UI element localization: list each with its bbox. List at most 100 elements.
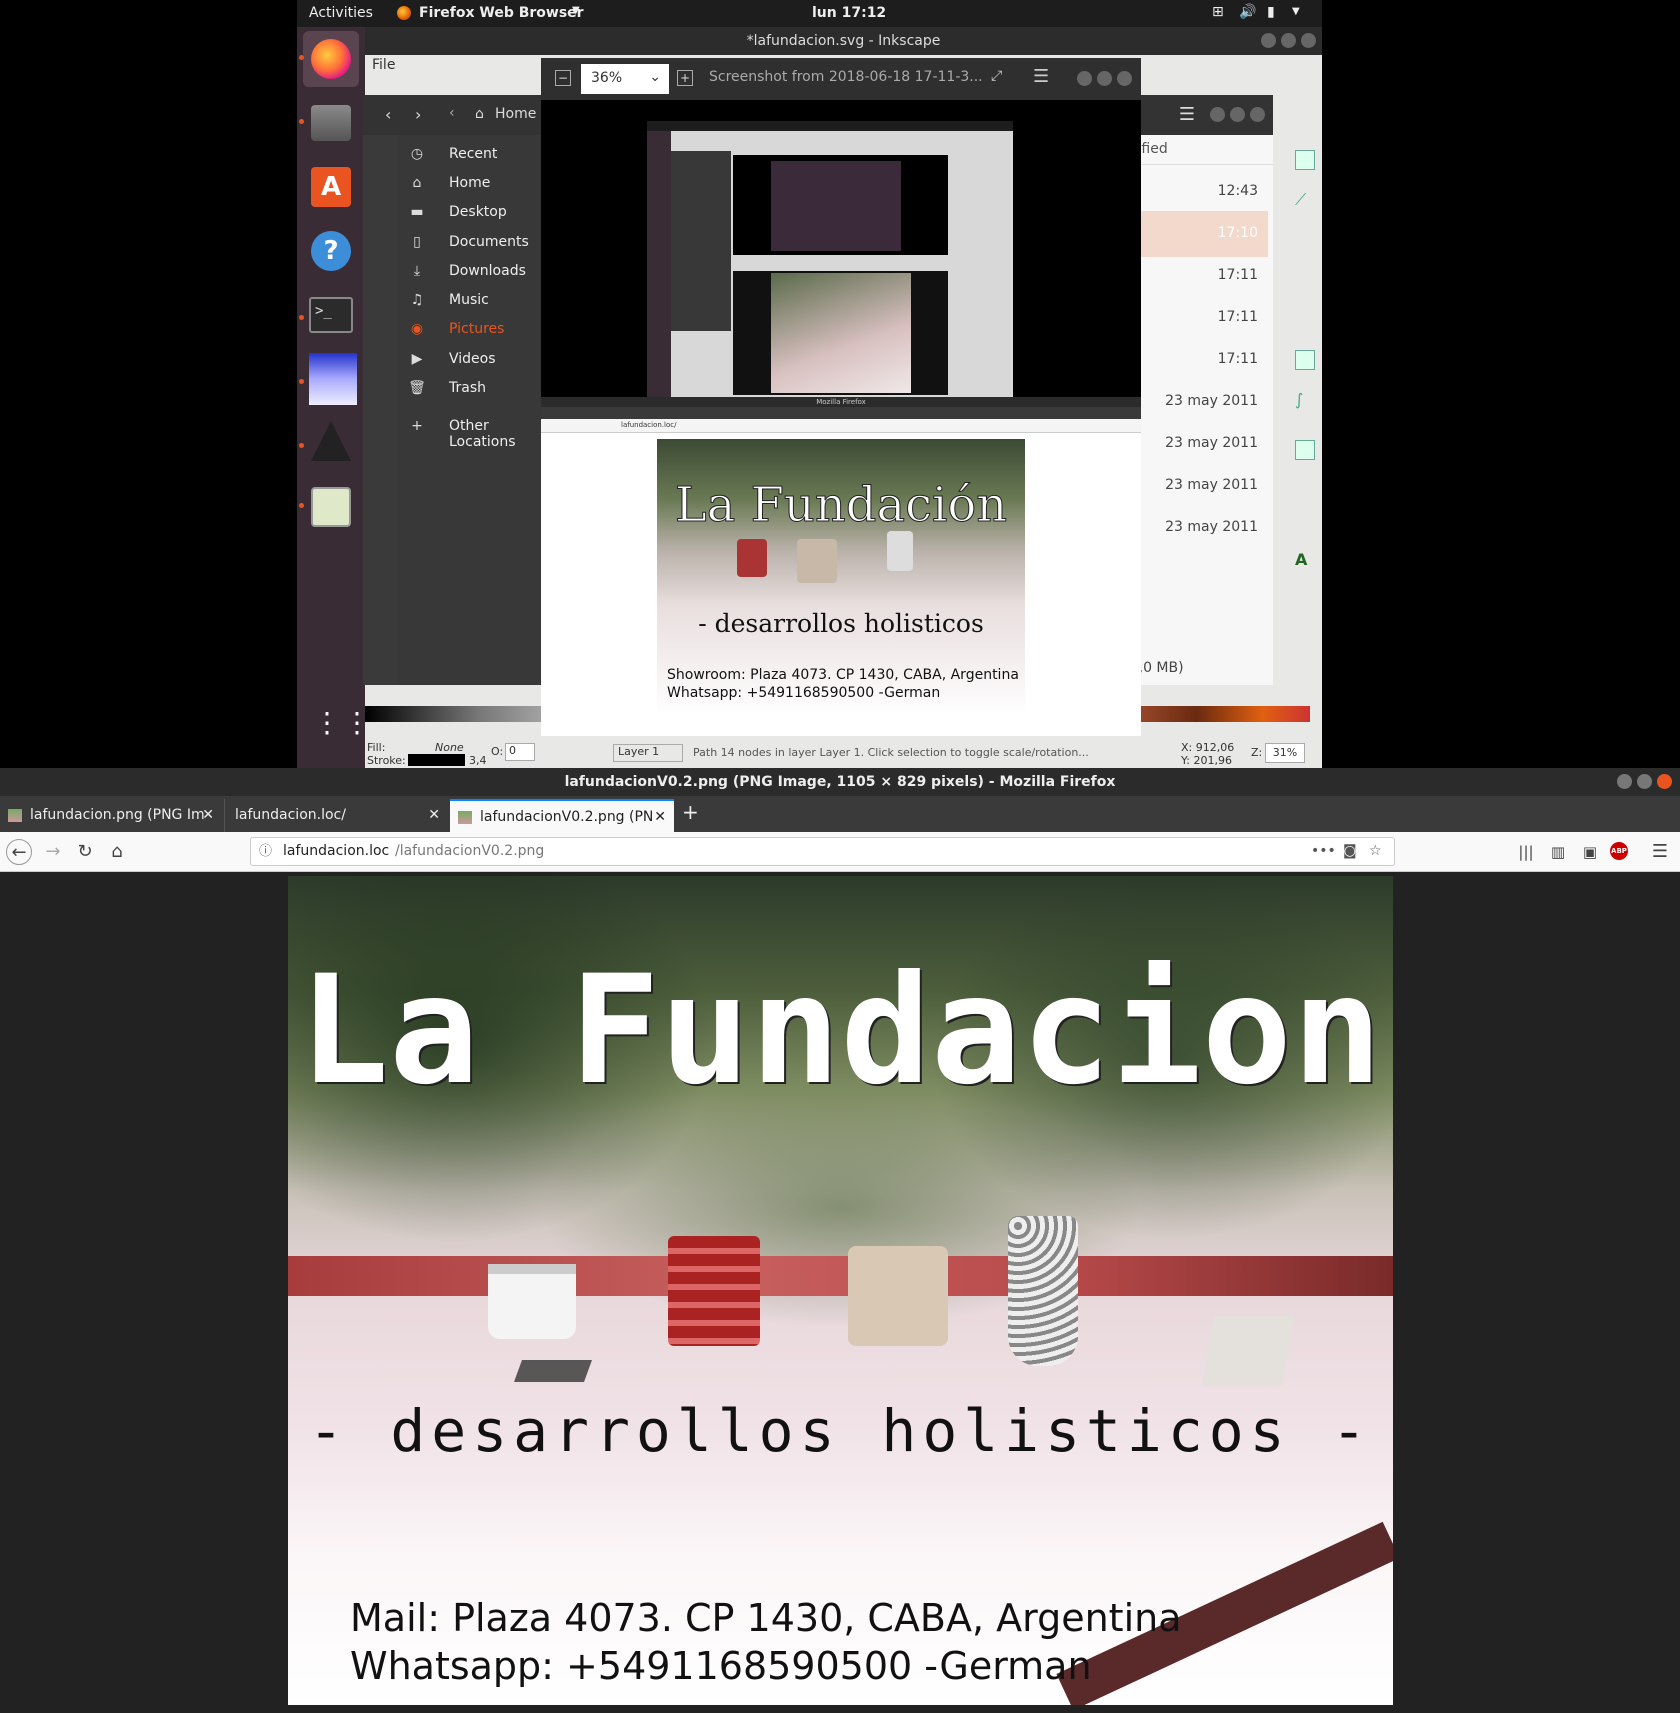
reload-icon[interactable]: ↻ bbox=[72, 839, 98, 865]
snap-nodes-icon[interactable]: ⟋ bbox=[1295, 190, 1315, 210]
files-close-button[interactable] bbox=[1250, 107, 1265, 122]
fullscreen-icon[interactable]: ⤢ bbox=[991, 68, 1002, 84]
y-readout: Y: 201,96 bbox=[1181, 754, 1232, 767]
volume-icon[interactable]: 🔊 bbox=[1239, 4, 1256, 20]
url-path: /lafundacionV0.2.png bbox=[395, 843, 545, 859]
layer-dropdown[interactable]: Layer 1 bbox=[613, 744, 683, 762]
dock-firefox[interactable] bbox=[303, 31, 359, 87]
app-menu[interactable]: Firefox Web Browser bbox=[419, 5, 584, 21]
opacity-input[interactable]: 0 bbox=[505, 743, 535, 761]
tab-close-icon[interactable]: ✕ bbox=[202, 799, 214, 832]
download-icon: ⤓ bbox=[413, 263, 421, 279]
home-icon[interactable]: ⌂ bbox=[104, 839, 130, 865]
fill-value[interactable]: None bbox=[435, 741, 464, 754]
bookmark-star-icon[interactable]: ☆ bbox=[1369, 838, 1382, 865]
files-minimize-button[interactable] bbox=[1210, 107, 1225, 122]
dock-inkscape[interactable] bbox=[303, 415, 359, 471]
back-arrow-icon[interactable]: ← bbox=[6, 839, 32, 865]
stroke-swatch[interactable] bbox=[408, 754, 465, 766]
zoom-in-button[interactable]: + bbox=[677, 70, 693, 86]
inkscape-icon bbox=[311, 421, 351, 461]
stroke-width[interactable]: 3,4 bbox=[469, 754, 487, 767]
firefox-titlebar: lafundacionV0.2.png (PNG Image, 1105 × 8… bbox=[0, 768, 1680, 796]
firefox-minimize-button[interactable] bbox=[1617, 774, 1632, 789]
nested-firefox-title: Mozilla Firefox bbox=[541, 397, 1141, 407]
new-tab-button[interactable]: + bbox=[682, 800, 699, 824]
forward-button[interactable]: › bbox=[415, 105, 421, 124]
image-favicon-icon bbox=[8, 809, 22, 822]
clock-icon: ◷ bbox=[410, 146, 424, 162]
tab-close-icon[interactable]: ✕ bbox=[654, 801, 666, 832]
close-button[interactable] bbox=[1301, 33, 1316, 48]
path-home-button[interactable]: Home bbox=[495, 106, 536, 122]
sidebar-item-music[interactable]: ♫ Music bbox=[398, 287, 558, 315]
dock-blue-app[interactable] bbox=[303, 351, 359, 407]
snap-curve-icon[interactable]: ∫ bbox=[1295, 390, 1315, 410]
network-icon[interactable]: ⊞ bbox=[1212, 4, 1224, 20]
forward-arrow-icon[interactable]: → bbox=[40, 839, 66, 865]
image-contact-2: Whatsapp: +5491168590500 -German bbox=[350, 1644, 1092, 1688]
menu-file[interactable]: File bbox=[372, 57, 395, 73]
show-apps-icon[interactable]: ⋮⋮⋮ bbox=[313, 709, 401, 753]
sidebar-item-downloads[interactable]: ⤓ Downloads bbox=[398, 258, 558, 286]
sidebar-item-other-locations[interactable]: + Other Locations bbox=[398, 413, 558, 450]
sidebar-item-desktop[interactable]: ▬ Desktop bbox=[398, 199, 558, 227]
tab-lafundacionv02-png[interactable]: lafundacionV0.2.png (PN ✕ bbox=[450, 799, 674, 832]
sidebar-item-recent[interactable]: ◷ Recent bbox=[398, 141, 558, 169]
files-maximize-button[interactable] bbox=[1230, 107, 1245, 122]
chevron-down-icon[interactable]: ▼ bbox=[572, 5, 580, 16]
zoom-input[interactable]: 31% bbox=[1265, 743, 1305, 763]
sidebar-item-trash[interactable]: 🗑 Trash bbox=[398, 375, 558, 403]
zoom-value: 36% bbox=[591, 70, 623, 86]
pocket-icon[interactable]: ◙ bbox=[1343, 838, 1357, 865]
system-menu-icon[interactable]: ▼ bbox=[1292, 6, 1300, 17]
sidebar-item-home[interactable]: ⌂ Home bbox=[398, 170, 558, 198]
hamburger-menu-icon[interactable]: ☰ bbox=[1171, 99, 1203, 131]
page-actions-icon[interactable]: ••• bbox=[1311, 838, 1336, 865]
tab-lafundacion-loc[interactable]: lafundacion.loc/ ✕ bbox=[224, 799, 448, 832]
open-menu-icon[interactable]: ☰ bbox=[1647, 839, 1673, 865]
clock[interactable]: lun 17:12 bbox=[812, 5, 886, 21]
dock-help[interactable]: ? bbox=[303, 223, 359, 279]
dock-image-viewer[interactable] bbox=[303, 479, 359, 535]
info-icon[interactable]: ⓘ bbox=[259, 838, 272, 865]
file-modified: 23 may 2011 bbox=[1165, 477, 1258, 493]
path-left-button[interactable]: ‹ bbox=[449, 105, 455, 121]
sidebar-icon[interactable]: ▥ bbox=[1545, 839, 1571, 865]
screenshot-icon[interactable]: ▣ bbox=[1577, 839, 1603, 865]
url-bar[interactable]: ⓘ lafundacion.loc /lafundacionV0.2.png •… bbox=[250, 837, 1395, 866]
battery-icon[interactable]: ▮ bbox=[1267, 4, 1275, 20]
sidebar-item-documents[interactable]: ▯ Documents bbox=[398, 229, 558, 257]
maximize-button[interactable] bbox=[1281, 33, 1296, 48]
firefox-maximize-button[interactable] bbox=[1637, 774, 1652, 789]
zoom-out-button[interactable]: − bbox=[555, 70, 571, 86]
dock-software[interactable]: A bbox=[303, 159, 359, 215]
back-button[interactable]: ‹ bbox=[385, 105, 391, 124]
viewer-minimize-button[interactable] bbox=[1077, 71, 1092, 86]
displayed-png-image: La Fundacion - desarrollos holisticos - … bbox=[288, 876, 1393, 1705]
dock-files[interactable] bbox=[303, 95, 359, 151]
adblock-plus-icon[interactable]: ABP bbox=[1610, 842, 1628, 860]
dock-terminal[interactable]: >_ bbox=[303, 287, 359, 343]
zoom-combo[interactable]: 36% ⌄ bbox=[581, 64, 669, 94]
firefox-close-button[interactable] bbox=[1657, 774, 1672, 789]
viewer-maximize-button[interactable] bbox=[1097, 71, 1112, 86]
snap-toggle-icon[interactable] bbox=[1295, 150, 1315, 170]
library-icon[interactable]: ||| bbox=[1513, 839, 1539, 865]
snap-center-icon[interactable] bbox=[1295, 440, 1315, 460]
nested-desktop-screenshot bbox=[647, 121, 1013, 397]
sidebar-item-pictures[interactable]: ◉ Pictures bbox=[398, 316, 558, 344]
tab-close-icon[interactable]: ✕ bbox=[428, 799, 440, 832]
viewer-menu-icon[interactable]: ☰ bbox=[1033, 66, 1049, 87]
viewer-close-button[interactable] bbox=[1117, 71, 1132, 86]
inkscape-toolbox-behind bbox=[363, 135, 398, 685]
snap-text-icon[interactable]: A bbox=[1295, 550, 1315, 570]
sidebar-item-videos[interactable]: ▶ Videos bbox=[398, 346, 558, 374]
nested-contact-1: Showroom: Plaza 4073. CP 1430, CABA, Arg… bbox=[667, 667, 1019, 683]
activities-button[interactable]: Activities bbox=[309, 5, 373, 21]
file-modified: 12:43 bbox=[1217, 183, 1258, 199]
minimize-button[interactable] bbox=[1261, 33, 1276, 48]
tab-lafundacion-png[interactable]: lafundacion.png (PNG Im ✕ bbox=[0, 799, 222, 832]
firefox-icon bbox=[397, 6, 411, 20]
snap-path-icon[interactable] bbox=[1295, 350, 1315, 370]
